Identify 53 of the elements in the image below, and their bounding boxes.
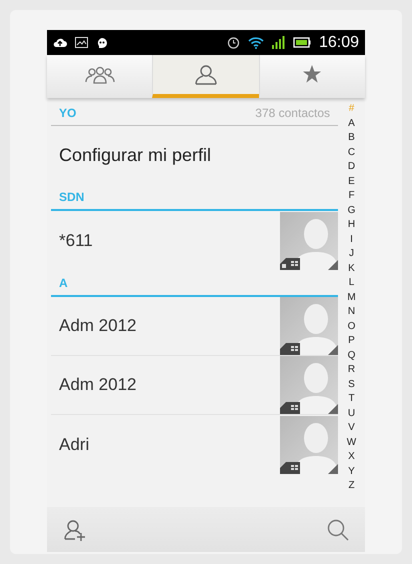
index-letter[interactable]: X — [348, 450, 355, 464]
index-letter[interactable]: U — [348, 406, 356, 421]
contact-item[interactable]: Adm 2012 — [51, 297, 338, 356]
contact-item[interactable]: *611 — [51, 211, 338, 270]
image-icon — [75, 37, 88, 48]
tab[interactable] — [152, 55, 259, 98]
index-letter[interactable]: F — [348, 189, 355, 204]
index-letter[interactable]: R — [348, 363, 356, 378]
cloud-upload-icon — [53, 37, 67, 48]
index-letter[interactable]: S — [348, 378, 355, 392]
index-letter[interactable]: M — [347, 290, 356, 305]
index-letter[interactable]: J — [349, 247, 354, 262]
section-header: A — [59, 275, 68, 292]
index-letter[interactable]: I — [350, 232, 353, 247]
index-letter[interactable]: T — [348, 392, 355, 406]
avatar-silhouette-icon — [280, 356, 338, 414]
wifi-icon — [248, 36, 264, 49]
battery-icon — [292, 37, 311, 48]
section-header: YO — [59, 105, 76, 122]
section-header: SDN — [59, 189, 84, 206]
add-person-icon[interactable] — [63, 518, 87, 540]
alarm-clock-icon — [226, 36, 240, 49]
signal-icon — [272, 36, 285, 49]
avatar-silhouette-icon — [280, 297, 338, 355]
index-letter[interactable]: B — [348, 131, 355, 146]
index-letter[interactable]: V — [348, 421, 355, 436]
contact-item[interactable]: Adri — [51, 415, 338, 474]
contact-count: 378 contactos — [255, 105, 330, 122]
contact-item[interactable]: Adm 2012 — [51, 356, 338, 415]
index-letter[interactable]: N — [348, 305, 356, 320]
index-letter[interactable]: A — [348, 116, 355, 131]
avatar-silhouette-icon — [280, 212, 338, 270]
index-letter[interactable]: Z — [348, 479, 355, 494]
group-icon — [84, 66, 115, 84]
index-letter[interactable]: H — [348, 218, 356, 232]
index-letter[interactable]: Y — [348, 464, 355, 479]
index-letter[interactable]: C — [348, 146, 356, 160]
avatar-silhouette-icon — [280, 416, 338, 474]
person-icon — [194, 64, 217, 84]
star-icon — [302, 65, 322, 84]
search-icon[interactable] — [327, 518, 349, 540]
index-letter[interactable]: K — [348, 262, 355, 276]
index-letter[interactable]: Q — [348, 348, 356, 363]
chat-bubble-icon — [96, 36, 108, 48]
index-letter[interactable]: W — [346, 436, 356, 450]
index-letter[interactable]: G — [348, 204, 356, 218]
index-letter[interactable]: P — [348, 334, 355, 348]
status-time: 16:09 — [318, 34, 359, 50]
index-letter[interactable]: L — [348, 276, 354, 290]
index-letter[interactable]: E — [348, 174, 355, 189]
profile-setup-item[interactable]: Configurar mi perfil — [51, 126, 338, 184]
index-letter[interactable]: O — [348, 320, 356, 334]
index-letter[interactable]: D — [348, 160, 356, 174]
